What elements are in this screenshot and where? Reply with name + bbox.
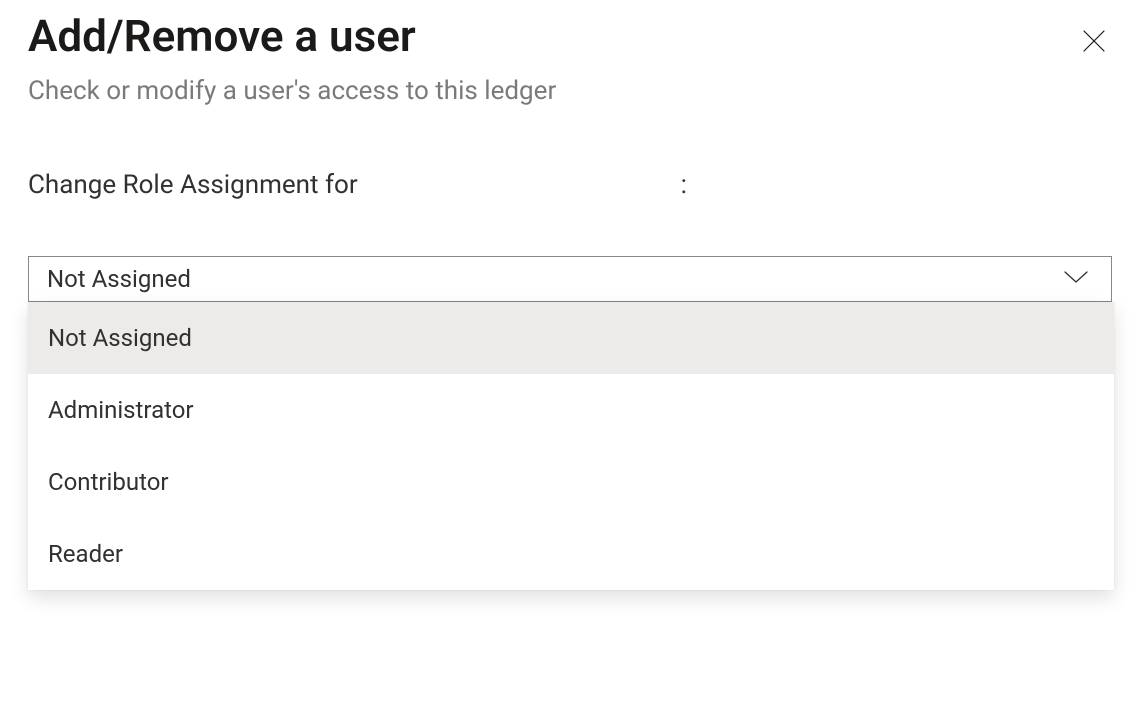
role-option[interactable]: Reader (28, 518, 1114, 590)
panel-subtitle: Check or modify a user's access to this … (28, 76, 1112, 106)
role-option[interactable]: Administrator (28, 374, 1114, 446)
role-dropdown-trigger[interactable]: Not Assigned (28, 256, 1112, 302)
role-assignment-label: Change Role Assignment for : (28, 170, 1112, 200)
panel-header: Add/Remove a user (28, 0, 1112, 60)
role-dropdown-selected-value: Not Assigned (47, 265, 191, 293)
role-option[interactable]: Contributor (28, 446, 1114, 518)
label-prefix: Change Role Assignment for (28, 170, 358, 200)
chevron-down-icon (1063, 269, 1089, 289)
close-icon (1081, 28, 1107, 57)
role-option[interactable]: Not Assigned (28, 302, 1114, 374)
role-dropdown-list: Not AssignedAdministratorContributorRead… (28, 302, 1114, 590)
label-suffix: : (681, 170, 687, 200)
role-dropdown: Not Assigned Not AssignedAdministratorCo… (28, 256, 1112, 302)
panel-title: Add/Remove a user (28, 12, 416, 60)
close-button[interactable] (1076, 24, 1112, 60)
